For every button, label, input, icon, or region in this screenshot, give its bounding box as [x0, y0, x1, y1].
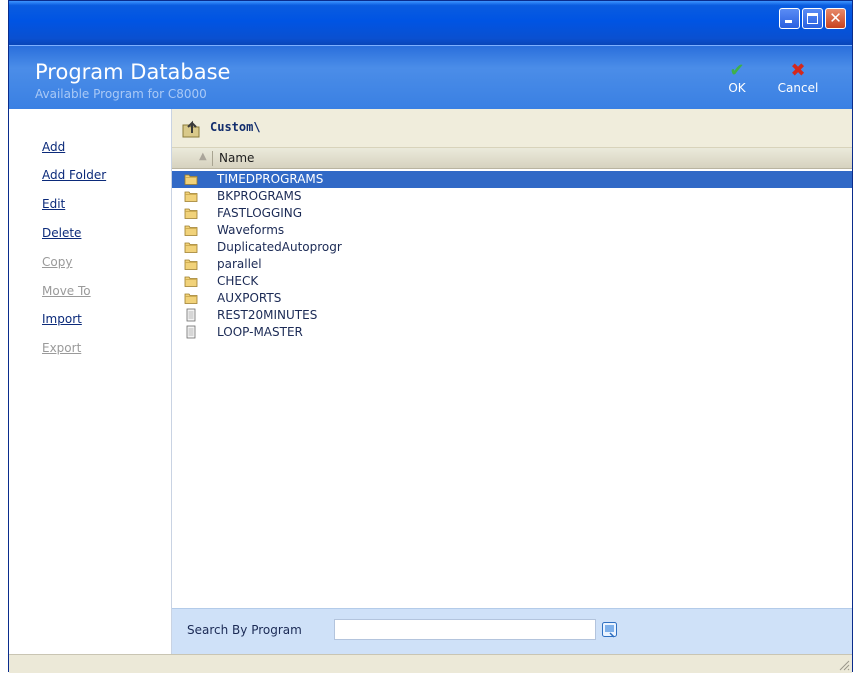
current-path: Custom\: [210, 120, 261, 134]
folder-icon: [184, 174, 198, 185]
list-item[interactable]: CHECK: [172, 273, 852, 290]
program-list: TIMEDPROGRAMS BKPROGRAMS FASTLOGGING Wavefo…: [172, 171, 852, 341]
window-controls: ✕: [779, 8, 846, 29]
program-database-window: ✕ Program Database Available Program for…: [8, 0, 853, 673]
page-subtitle: Available Program for C8000: [35, 87, 207, 101]
column-header-label: Name: [219, 151, 255, 165]
list-item[interactable]: REST20MINUTES: [172, 307, 852, 324]
export-link: Export: [42, 341, 82, 355]
action-sidebar: Add Add Folder Edit Delete Copy Move To …: [9, 109, 172, 654]
maximize-icon: [807, 13, 818, 24]
header-banner: Program Database Available Program for C…: [9, 45, 852, 109]
column-divider: [212, 151, 213, 166]
list-item[interactable]: LOOP-MASTER: [172, 324, 852, 341]
ok-button[interactable]: ✔ OK: [722, 60, 752, 96]
folder-up-icon[interactable]: [181, 117, 203, 139]
resize-grip-icon[interactable]: [838, 659, 850, 671]
folder-icon: [184, 191, 198, 202]
document-icon: [186, 308, 196, 322]
list-item[interactable]: parallel: [172, 256, 852, 273]
minimize-button[interactable]: [779, 8, 800, 29]
folder-icon: [184, 242, 198, 253]
edit-link[interactable]: Edit: [42, 197, 65, 211]
folder-icon: [184, 293, 198, 304]
list-item-label: parallel: [217, 257, 262, 271]
list-item-label: LOOP-MASTER: [217, 325, 303, 339]
add-link[interactable]: Add: [42, 140, 65, 154]
ok-label: OK: [728, 81, 746, 95]
document-icon: [186, 325, 196, 339]
list-item-label: FASTLOGGING: [217, 206, 303, 220]
list-item[interactable]: BKPROGRAMS: [172, 188, 852, 205]
cross-icon: ✖: [790, 60, 806, 81]
copy-link: Copy: [42, 255, 73, 269]
list-item-label: DuplicatedAutoprogr: [217, 240, 342, 254]
close-icon: ✕: [829, 9, 842, 27]
minimize-icon: [785, 20, 792, 23]
column-header-name[interactable]: ▲ Name: [172, 148, 852, 169]
list-item-label: CHECK: [217, 274, 259, 288]
list-item[interactable]: Waveforms: [172, 222, 852, 239]
search-bar: Search By Program: [172, 608, 852, 654]
cancel-label: Cancel: [777, 81, 819, 95]
folder-icon: [184, 225, 198, 236]
list-item-label: REST20MINUTES: [217, 308, 318, 322]
import-link[interactable]: Import: [42, 312, 82, 326]
list-item[interactable]: TIMEDPROGRAMS: [172, 171, 852, 188]
title-bar[interactable]: ✕: [9, 1, 852, 45]
list-item[interactable]: DuplicatedAutoprogr: [172, 239, 852, 256]
list-item-label: TIMEDPROGRAMS: [217, 172, 324, 186]
list-item-label: Waveforms: [217, 223, 285, 237]
search-input[interactable]: [334, 619, 596, 640]
checkmark-icon: ✔: [729, 60, 745, 81]
add-folder-link[interactable]: Add Folder: [42, 168, 106, 182]
status-bar: [9, 654, 852, 673]
path-bar: Custom\: [172, 109, 852, 148]
delete-link[interactable]: Delete: [42, 226, 81, 240]
maximize-button[interactable]: [802, 8, 823, 29]
cancel-button[interactable]: ✖ Cancel: [775, 60, 821, 96]
list-item[interactable]: AUXPORTS: [172, 290, 852, 307]
folder-icon: [184, 276, 198, 287]
program-list-panel: Custom\ ▲ Name TIMEDPROGRAMS BKPROGRAMS FA…: [172, 109, 852, 654]
close-button[interactable]: ✕: [825, 8, 846, 29]
list-item-label: AUXPORTS: [217, 291, 282, 305]
move-to-link: Move To: [42, 284, 91, 298]
list-item-label: BKPROGRAMS: [217, 189, 302, 203]
page-title: Program Database: [35, 60, 231, 84]
search-icon[interactable]: [601, 621, 618, 638]
list-item[interactable]: FASTLOGGING: [172, 205, 852, 222]
folder-icon: [184, 208, 198, 219]
folder-icon: [184, 259, 198, 270]
dialog-body: Add Add Folder Edit Delete Copy Move To …: [9, 109, 852, 654]
search-label: Search By Program: [187, 623, 302, 637]
sort-ascending-icon: ▲: [199, 151, 207, 162]
